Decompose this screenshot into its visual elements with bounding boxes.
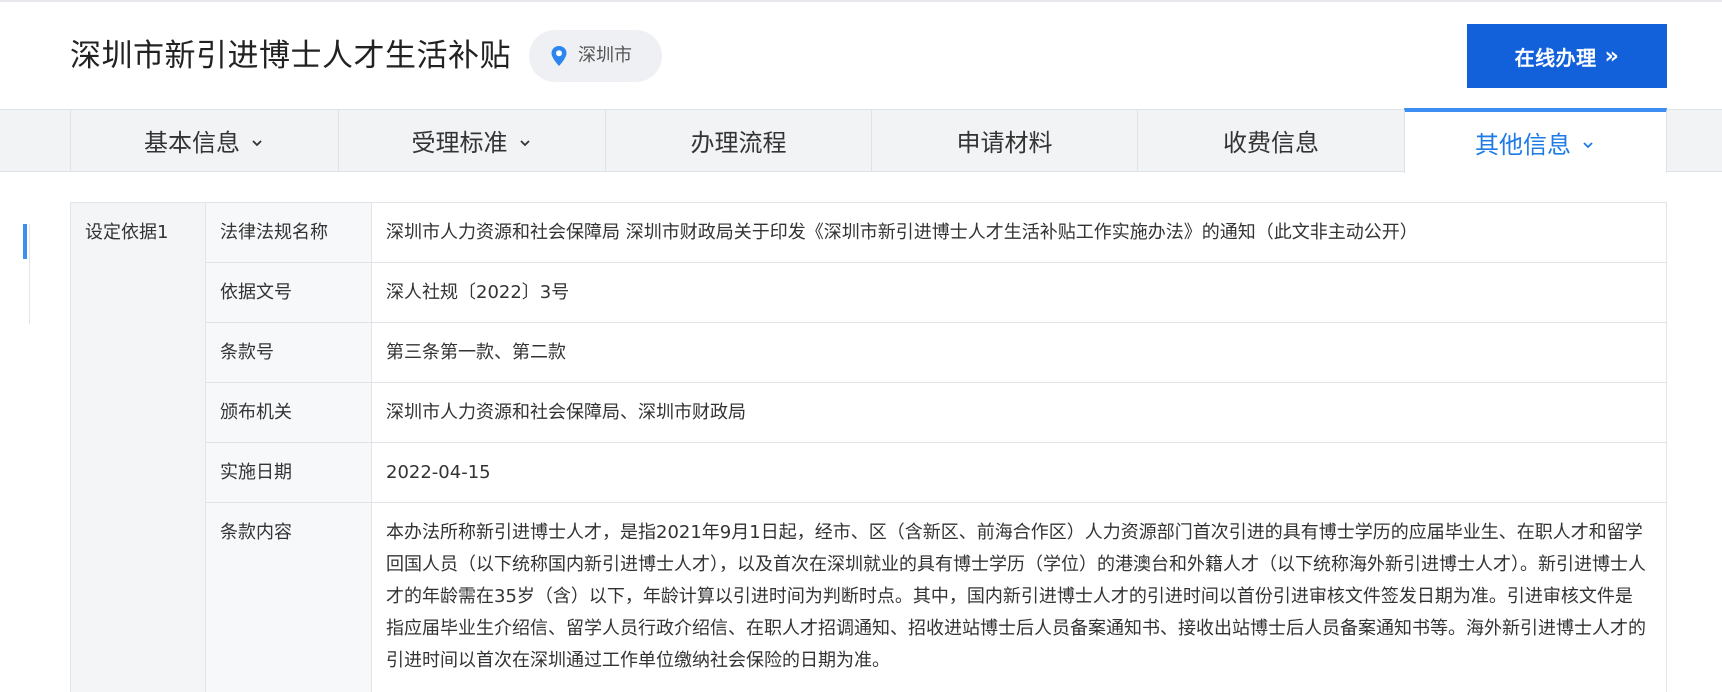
row-label-cell: 条款内容 — [205, 502, 372, 692]
row-label: 依据文号 — [220, 282, 292, 303]
row-value-cell: 深人社规〔2022〕3号 — [371, 262, 1667, 323]
chevron-down-icon — [252, 139, 262, 146]
row-label: 条款内容 — [220, 522, 292, 543]
tab-materials[interactable]: 申请材料 — [871, 109, 1137, 172]
tab-acceptance-criteria[interactable]: 受理标准 — [338, 109, 605, 172]
table-row: 颁布机关 深圳市人力资源和社会保障局、深圳市财政局 — [71, 382, 1667, 443]
tab-label: 申请材料 — [956, 129, 1053, 157]
tab-other-info[interactable]: 其他信息 — [1404, 108, 1667, 173]
tab-label: 办理流程 — [690, 129, 787, 157]
section-indicator — [23, 224, 27, 259]
row-label-cell: 依据文号 — [205, 262, 372, 323]
row-value-cell: 2022-04-15 — [371, 442, 1667, 503]
tab-label: 受理标准 — [411, 129, 508, 157]
row-label-cell: 条款号 — [205, 322, 372, 383]
row-value-cell: 深圳市人力资源和社会保障局、深圳市财政局 — [371, 382, 1667, 443]
row-label: 法律法规名称 — [220, 222, 328, 243]
row-label: 实施日期 — [220, 462, 292, 483]
row-value: 深圳市人力资源和社会保障局、深圳市财政局 — [386, 402, 746, 423]
tab-basic-info[interactable]: 基本信息 — [70, 109, 338, 172]
row-value-cell: 第三条第一款、第二款 — [371, 322, 1667, 383]
table-row: 条款号 第三条第一款、第二款 — [71, 322, 1667, 383]
row-label: 颁布机关 — [220, 402, 292, 423]
row-value: 本办法所称新引进博士人才，是指2021年9月1日起，经市、区（含新区、前海合作区… — [386, 522, 1646, 671]
page: 深圳市新引进博士人才生活补贴 深圳市 在线办理 » 基本信息 受理标准 办理流程… — [0, 0, 1722, 692]
top-divider — [0, 0, 1722, 2]
page-title: 深圳市新引进博士人才生活补贴 — [70, 38, 511, 74]
map-pin-icon — [551, 46, 567, 66]
table-row: 依据文号 深人社规〔2022〕3号 — [71, 262, 1667, 323]
basis-group-label: 设定依据1 — [85, 222, 169, 243]
location-label: 深圳市 — [578, 45, 632, 66]
row-label: 条款号 — [220, 342, 274, 363]
row-value: 深圳市人力资源和社会保障局 深圳市财政局关于印发《深圳市新引进博士人才生活补贴工… — [386, 222, 1418, 243]
tab-label: 收费信息 — [1223, 129, 1319, 157]
apply-online-label: 在线办理 — [1514, 45, 1597, 70]
row-label-cell: 颁布机关 — [205, 382, 372, 443]
table-row: 实施日期 2022-04-15 — [71, 442, 1667, 503]
section-indicator-track — [29, 224, 30, 324]
row-value: 第三条第一款、第二款 — [386, 342, 566, 363]
table-row: 设定依据1 法律法规名称 深圳市人力资源和社会保障局 深圳市财政局关于印发《深圳… — [70, 202, 1667, 692]
basis-table: 设定依据1 法律法规名称 深圳市人力资源和社会保障局 深圳市财政局关于印发《深圳… — [70, 202, 1667, 692]
row-label-cell: 实施日期 — [205, 442, 372, 503]
table-row: 条款内容 本办法所称新引进博士人才，是指2021年9月1日起，经市、区（含新区、… — [71, 502, 1667, 692]
row-value-cell: 深圳市人力资源和社会保障局 深圳市财政局关于印发《深圳市新引进博士人才生活补贴工… — [371, 202, 1667, 263]
row-value: 深人社规〔2022〕3号 — [386, 282, 570, 303]
basis-group-cell: 设定依据1 — [70, 202, 206, 692]
row-label-cell: 法律法规名称 — [205, 202, 372, 263]
double-chevron-right-icon: » — [1604, 43, 1620, 69]
row-value-cell: 本办法所称新引进博士人才，是指2021年9月1日起，经市、区（含新区、前海合作区… — [371, 502, 1667, 692]
tab-label: 其他信息 — [1475, 131, 1571, 159]
location-chip: 深圳市 — [529, 30, 662, 82]
chevron-down-icon — [519, 139, 530, 146]
tab-process[interactable]: 办理流程 — [605, 109, 871, 172]
tab-label: 基本信息 — [144, 129, 240, 157]
apply-online-button[interactable]: 在线办理 » — [1467, 24, 1667, 88]
row-value: 2022-04-15 — [386, 462, 491, 483]
chevron-down-icon — [1583, 141, 1593, 148]
tab-fees[interactable]: 收费信息 — [1137, 109, 1404, 172]
